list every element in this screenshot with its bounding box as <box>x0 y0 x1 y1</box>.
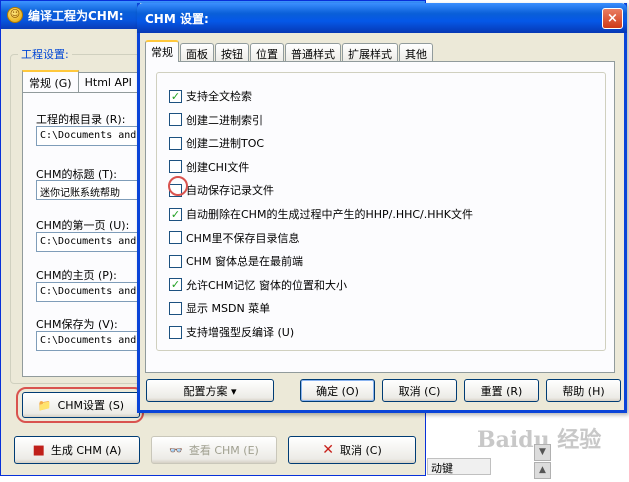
compile-chm-button[interactable]: ■ 生成 CHM (A) <box>14 436 140 464</box>
tab-general[interactable]: 常规 <box>145 40 179 62</box>
option-label: 显示 MSDN 菜单 <box>186 302 271 316</box>
option-row[interactable]: CHM里不保存目录信息 <box>169 230 299 246</box>
option-row[interactable]: 显示 MSDN 菜单 <box>169 300 270 316</box>
autosave-highlight <box>168 176 188 196</box>
scroll-up-arrow-icon[interactable]: ▲ <box>534 462 551 479</box>
option-row[interactable]: CHM 窗体总是在最前端 <box>169 253 303 269</box>
settings-button-highlight <box>16 387 144 423</box>
checkbox-unchecked[interactable] <box>169 113 182 127</box>
checkbox-unchecked[interactable] <box>169 254 182 268</box>
compile-window-title: 编译工程为CHM: <box>28 8 124 23</box>
root-dir-field[interactable]: C:\Documents and <box>36 126 146 146</box>
close-icon[interactable]: × <box>602 8 623 29</box>
save-as-field[interactable]: C:\Documents and <box>36 331 146 351</box>
first-page-field[interactable]: C:\Documents and <box>36 232 146 252</box>
tab-extended-style[interactable]: 扩展样式 <box>342 43 398 62</box>
cancel-button[interactable]: 取消 (C) <box>382 379 457 402</box>
cancel-compile-label: 取消 (C) <box>339 444 382 457</box>
checkbox-checked[interactable]: ✓ <box>169 89 182 103</box>
option-label: 自动保存记录文件 <box>186 184 274 198</box>
checkbox-unchecked[interactable] <box>169 160 182 174</box>
red-book-icon: ■ <box>32 442 45 458</box>
dialog-titlebar[interactable]: CHM 设置: × <box>137 3 627 33</box>
tab-normal-style[interactable]: 普通样式 <box>285 43 341 62</box>
option-row[interactable]: 创建二进制TOC <box>169 135 264 151</box>
option-label: CHM里不保存目录信息 <box>186 231 300 245</box>
glasses-icon: 👓 <box>169 443 183 457</box>
option-label: CHM 窗体总是在最前端 <box>186 255 303 269</box>
checkbox-checked[interactable]: ✓ <box>169 278 182 292</box>
option-label: 支持全文检索 <box>186 90 252 103</box>
tab-buttons[interactable]: 按钮 <box>215 43 249 62</box>
checkbox-unchecked[interactable] <box>169 301 182 315</box>
root-dir-label: 工程的根目录 (R): <box>36 113 126 126</box>
tab-html-api[interactable]: Html API <box>77 72 139 92</box>
ok-button[interactable]: 确定 (O) <box>300 379 375 402</box>
save-as-label: CHM保存为 (V): <box>36 318 118 331</box>
tab-other[interactable]: 其他 <box>399 43 433 62</box>
view-chm-button[interactable]: 👓 查看 CHM (E) <box>151 436 277 464</box>
chm-title-field[interactable]: 迷你记账系统帮助 <box>36 180 146 200</box>
chm-settings-dialog: CHM 设置: × 常规 面板 按钮 位置 普通样式 扩展样式 其他 ✓ 支持全文… <box>137 3 627 413</box>
tab-panel[interactable]: 面板 <box>180 43 214 62</box>
option-label: 创建二进制TOC <box>186 137 265 151</box>
checkbox-checked[interactable]: ✓ <box>169 207 182 221</box>
option-row[interactable]: ✓ 自动删除在CHM的生成过程中产生的HHP/.HHC/.HHK文件 <box>169 206 473 222</box>
red-x-icon: ✕ <box>322 442 334 458</box>
option-label: 允许CHM记忆 窗体的位置和大小 <box>186 278 347 292</box>
option-label: 自动删除在CHM的生成过程中产生的HHP/.HHC/.HHK文件 <box>186 208 474 221</box>
home-page-field[interactable]: C:\Documents and <box>36 282 146 302</box>
option-label: 创建二进制索引 <box>186 113 263 127</box>
preset-dropdown-button[interactable]: 配置方案 ▾ <box>146 379 274 402</box>
option-row[interactable]: ✓ 允许CHM记忆 窗体的位置和大小 <box>169 277 347 293</box>
bg-tab-strip: 常规 (G) Html API <box>22 70 139 92</box>
option-row[interactable]: ✓ 支持全文检索 <box>169 88 252 104</box>
option-label: 创建CHI文件 <box>186 160 250 174</box>
checkbox-unchecked[interactable] <box>169 325 182 339</box>
option-row[interactable]: 支持增强型反编译 (U) <box>169 324 294 340</box>
option-row[interactable]: 创建CHI文件 <box>169 159 249 175</box>
project-settings-label: 工程设置: <box>18 46 72 62</box>
scroll-down-arrow-icon[interactable]: ▼ <box>534 444 551 461</box>
dialog-title: CHM 设置: <box>145 11 209 26</box>
cancel-compile-button[interactable]: ✕ 取消 (C) <box>288 436 416 464</box>
first-page-label: CHM的第一页 (U): <box>36 219 130 232</box>
home-page-label: CHM的主页 (P): <box>36 269 117 282</box>
tab-position[interactable]: 位置 <box>250 43 284 62</box>
dialog-tab-strip: 常规 面板 按钮 位置 普通样式 扩展样式 其他 <box>145 40 434 62</box>
option-label: 支持增强型反编译 (U) <box>186 326 295 339</box>
help-button[interactable]: 帮助 (H) <box>546 379 621 402</box>
tab-general-bg[interactable]: 常规 (G) <box>22 70 79 92</box>
checkbox-unchecked[interactable] <box>169 231 182 245</box>
compile-chm-label: 生成 CHM (A) <box>50 444 122 457</box>
checkbox-unchecked[interactable] <box>169 136 182 150</box>
option-row[interactable]: 创建二进制索引 <box>169 112 263 128</box>
general-tab-panel: ✓ 支持全文检索 创建二进制索引 创建二进制TOC 创建CHI文件自动保存记录文件 ✓ 自动… <box>145 61 615 373</box>
status-fragment: 动键 <box>427 458 491 475</box>
app-smiley-icon: ☺ <box>7 7 23 23</box>
view-chm-label: 查看 CHM (E) <box>188 444 259 457</box>
reset-button[interactable]: 重置 (R) <box>464 379 539 402</box>
